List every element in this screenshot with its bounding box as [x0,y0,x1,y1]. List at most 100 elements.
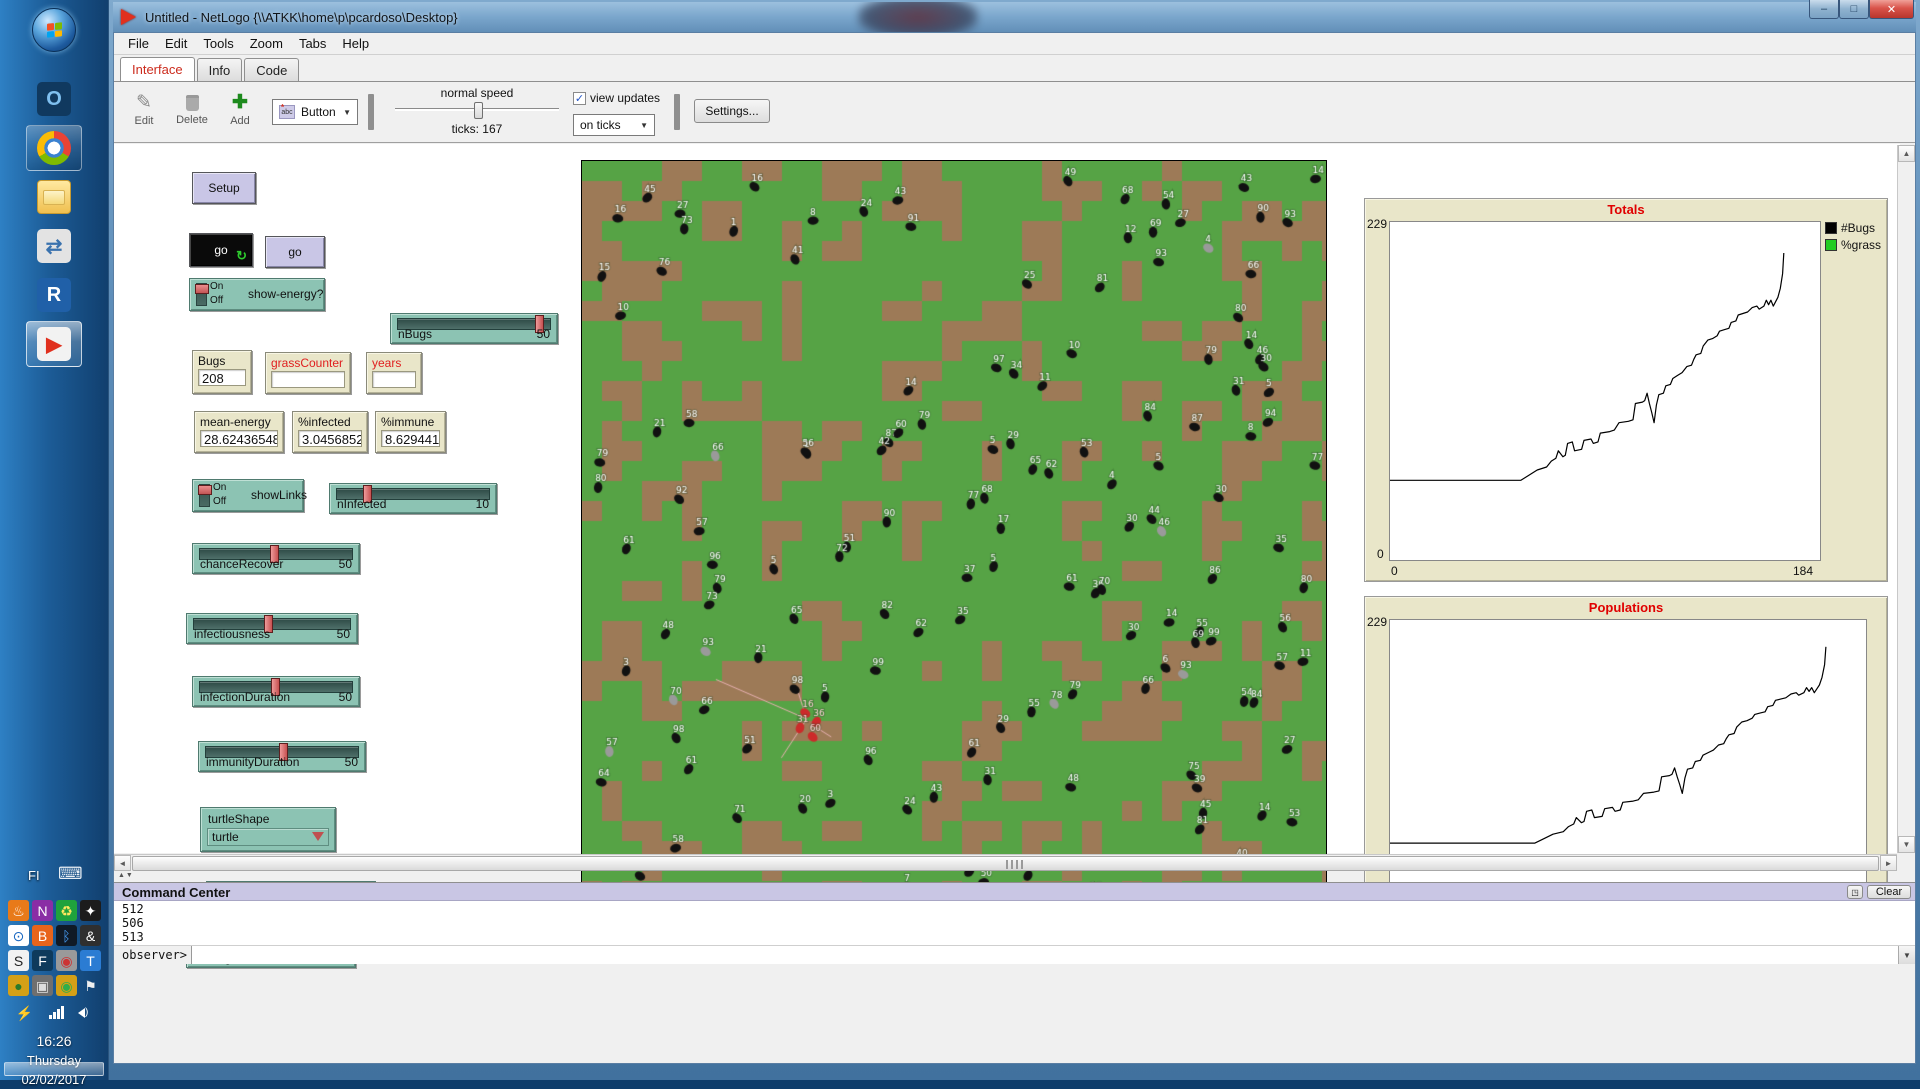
go-once-button[interactable]: go [265,236,325,268]
menu-tools[interactable]: Tools [195,34,241,53]
legend-item: %grass [1825,238,1881,252]
scroll-right-arrow[interactable]: ► [1880,855,1897,871]
interface-canvas: Setup go ↻ go OnOff show-energy? nBugs50… [114,144,1900,853]
tab-interface[interactable]: Interface [120,57,195,82]
view-updates-checkbox[interactable]: ✓ view updates [573,91,660,105]
slider-immunityduration[interactable]: immunityDuration50 [198,741,366,772]
monitor-bugs: Bugs 208 [192,350,252,394]
tray-display-icon[interactable]: ▣ [32,975,53,996]
plot-title: Totals [1365,202,1887,217]
tray-b-orange-icon[interactable]: B [32,925,53,946]
tray-icon-row: ⚡ ) [14,1002,88,1023]
menu-file[interactable]: File [120,34,157,53]
setup-button[interactable]: Setup [192,172,256,204]
switch-show-energy[interactable]: OnOff show-energy? [189,278,325,311]
windows-logo-icon [47,22,62,38]
menu-tabs[interactable]: Tabs [291,34,334,53]
switch-knob[interactable] [198,485,212,495]
taskbar-clock[interactable]: 16:26 Thursday 02/02/2017 [0,1032,108,1089]
tray-backup-disk-icon[interactable]: ◉ [56,950,77,971]
command-center-detach-button[interactable]: ◳ [1847,885,1863,899]
minimize-button[interactable]: – [1809,0,1839,19]
taskbar-app-explorer[interactable] [26,174,82,220]
world-canvas [582,161,1326,907]
edit-widget-button[interactable]: ✎ Edit [122,91,166,127]
slider-chancerecover[interactable]: chanceRecover50 [192,543,360,574]
show-desktop-button[interactable] [4,1062,104,1076]
slider-infectiousness[interactable]: infectiousness50 [186,613,358,644]
tab-info[interactable]: Info [197,58,243,81]
world-view[interactable] [581,160,1327,908]
power-plug-icon[interactable]: ⚡ [14,1002,35,1023]
clear-button[interactable]: Clear [1867,885,1911,899]
add-widget-button[interactable]: ✚ Add [218,91,262,127]
history-dropdown-icon[interactable]: ▼ [1898,946,1915,964]
widget-type-dropdown[interactable]: *abc Button ▼ [272,99,358,125]
command-center-output[interactable]: 512 506 513 [114,901,1915,945]
tab-code[interactable]: Code [244,58,299,81]
menu-help[interactable]: Help [334,34,377,53]
switch-knob[interactable] [195,284,209,294]
chooser-turtleshape[interactable]: turtleShape turtle [200,807,336,852]
window-content: FileEditToolsZoomTabsHelp Interface Info… [113,32,1916,1064]
settings-button[interactable]: Settings... [694,99,770,123]
slider-infectionduration[interactable]: infectionDuration50 [192,676,360,707]
command-center-header[interactable]: Command Center ◳ Clear [114,882,1915,901]
tray-f-secure-icon[interactable]: F [32,950,53,971]
taskbar-app-r-app[interactable]: R [26,272,82,318]
close-button[interactable]: ✕ [1869,0,1914,19]
taskbar-app-netlogo[interactable]: ▶ [26,321,82,367]
tray-s-app-icon[interactable]: S [8,950,29,971]
speed-slider-thumb[interactable] [474,102,483,119]
tray-java-icon[interactable]: ♨ [8,900,29,921]
monitor-mean-energy: mean-energy 28.6243654822 [194,411,284,453]
scroll-left-arrow[interactable]: ◄ [114,855,131,871]
update-mode-dropdown[interactable]: on ticks ▼ [573,114,655,136]
network-signal-icon[interactable] [49,1006,64,1019]
tray-status-gold-icon[interactable]: ◉ [56,975,77,996]
speed-slider[interactable] [395,108,559,111]
vertical-scrollbar[interactable]: ▲ ▼ [1897,145,1914,853]
tray-pinwheel-icon[interactable]: ✦ [80,900,101,921]
taskbar-app-outlook[interactable]: O [26,76,82,122]
tray-key-tool-icon[interactable]: ⊙ [8,925,29,946]
menu-edit[interactable]: Edit [157,34,195,53]
switch-showlinks[interactable]: OnOff showLinks [192,479,304,512]
keyboard-icon[interactable]: ⌨ [58,864,83,884]
tray-b-and-o-icon[interactable]: & [80,925,101,946]
checkbox-check-icon: ✓ [573,92,586,105]
tray-lock-gold-icon[interactable]: ● [8,975,29,996]
menu-zoom[interactable]: Zoom [242,34,291,53]
chooser-value[interactable]: turtle [207,828,329,846]
title-bar[interactable]: Untitled - NetLogo {\\ATKK\home\p\pcardo… [113,2,1916,32]
plot-title: Populations [1365,600,1887,615]
legend-item: #Bugs [1825,221,1881,235]
scroll-down-arrow[interactable]: ▼ [1898,836,1915,853]
tray-bluetooth-icon[interactable]: ᛒ [56,925,77,946]
go-forever-button[interactable]: go ↻ [189,233,253,267]
tray-translator-icon[interactable]: T [80,950,101,971]
horizontal-scrollbar[interactable]: ◄ ► [114,854,1897,871]
maximize-button[interactable]: □ [1839,0,1869,19]
explorer-icon [37,180,71,214]
slider-nbugs[interactable]: nBugs50 [390,313,558,344]
taskbar-app-chrome[interactable] [26,125,82,171]
slider-ninfected[interactable]: nInfected10 [329,483,497,514]
monitor-years: years [366,352,422,394]
taskbar-app-move-tool[interactable]: ⇄ [26,223,82,269]
command-input[interactable] [191,946,1898,964]
splitter-arrows[interactable]: ▲▼ [118,872,134,879]
delete-widget-button[interactable]: Delete [170,91,214,126]
scroll-up-arrow[interactable]: ▲ [1898,145,1915,162]
start-button[interactable] [32,8,76,52]
language-indicator[interactable]: FI [28,868,40,883]
scrollbar-thumb[interactable] [132,856,1879,871]
tray-clipper-icon[interactable]: N [32,900,53,921]
chevron-down-icon: ▼ [640,121,648,130]
tray-sync-icon[interactable]: ♻ [56,900,77,921]
trash-icon [186,95,199,111]
plot-legend: #Bugs %grass [1825,221,1881,252]
speaker-icon[interactable]: ) [78,1007,88,1018]
outlook-icon: O [37,82,71,116]
tray-flag-icon[interactable]: ⚑ [80,975,101,996]
